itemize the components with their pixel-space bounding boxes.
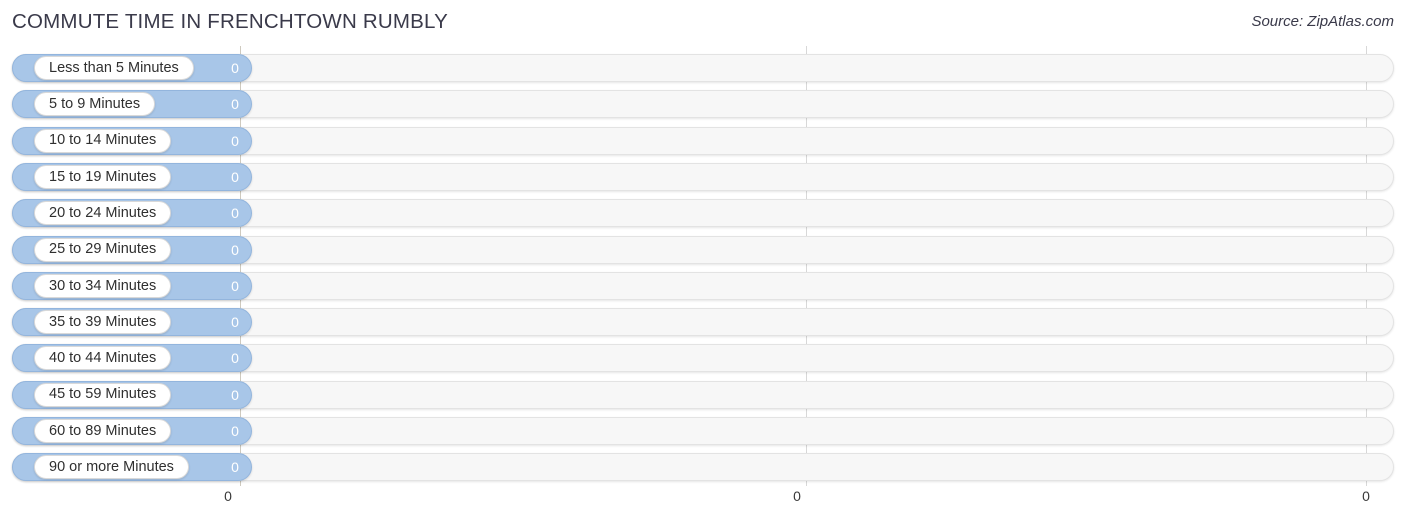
bar-label-capsule: 15 to 19 Minutes	[34, 164, 172, 189]
bar-rows: Less than 5 Minutes 0 5 to 9 Minutes 0 10 to…	[0, 46, 1406, 486]
bar-label: 30 to 34 Minutes	[49, 277, 157, 294]
bar-row[interactable]: 60 to 89 Minutes 0	[12, 417, 1394, 445]
bar-label-capsule: 25 to 29 Minutes	[34, 237, 172, 262]
bar-value: 0	[231, 132, 239, 149]
bar-label: 45 to 59 Minutes	[49, 386, 157, 403]
bar-label-capsule: Less than 5 Minutes	[34, 56, 194, 80]
bar-value: 0	[231, 386, 239, 403]
bar-value: 0	[231, 241, 239, 258]
bar-row[interactable]: 40 to 44 Minutes 0	[12, 344, 1394, 373]
source-attribution: Source: ZipAtlas.com	[1251, 13, 1394, 30]
x-axis-tick: 0	[793, 488, 801, 504]
bar-label: 20 to 24 Minutes	[49, 204, 157, 221]
bar-label-capsule: 35 to 39 Minutes	[34, 310, 172, 335]
bar-row[interactable]: 25 to 29 Minutes 0	[12, 235, 1394, 264]
bar-value: 0	[231, 277, 239, 294]
bar-value: 0	[231, 96, 239, 113]
bar-label-capsule: 10 to 14 Minutes	[34, 128, 172, 153]
bar-label-capsule: 5 to 9 Minutes	[34, 92, 156, 117]
bar-label: 35 to 39 Minutes	[49, 313, 157, 330]
bar-row[interactable]: 30 to 34 Minutes 0	[12, 271, 1394, 300]
bar-value: 0	[231, 168, 239, 185]
bar-label: 90 or more Minutes	[49, 459, 174, 476]
bar-label-capsule: 40 to 44 Minutes	[34, 346, 172, 371]
bar-row[interactable]: 20 to 24 Minutes 0	[12, 199, 1394, 228]
bar-row[interactable]: 90 or more Minutes 0	[12, 453, 1394, 482]
bar-label: 5 to 9 Minutes	[49, 96, 141, 113]
x-axis-tick: 0	[224, 488, 232, 504]
bar-row[interactable]: 5 to 9 Minutes 0	[12, 90, 1394, 119]
bar-label: 10 to 14 Minutes	[49, 132, 157, 149]
bar-value: 0	[231, 423, 239, 439]
x-axis-tick: 0	[1362, 488, 1370, 504]
bar-row[interactable]: 10 to 14 Minutes 0	[12, 126, 1394, 155]
bar-row[interactable]: 45 to 59 Minutes 0	[12, 380, 1394, 409]
bar-value: 0	[231, 60, 239, 76]
bar-label-capsule: 60 to 89 Minutes	[34, 419, 172, 443]
bar-row[interactable]: Less than 5 Minutes 0	[12, 54, 1394, 82]
bar-value: 0	[231, 350, 239, 367]
bar-value: 0	[231, 205, 239, 222]
bar-label: Less than 5 Minutes	[49, 59, 179, 76]
bar-label-capsule: 90 or more Minutes	[34, 455, 189, 480]
chart-plot-area: Less than 5 Minutes 0 5 to 9 Minutes 0 10 to…	[0, 46, 1406, 486]
bar-value: 0	[231, 314, 239, 331]
bar-label: 40 to 44 Minutes	[49, 350, 157, 367]
bar-label-capsule: 45 to 59 Minutes	[34, 382, 172, 407]
x-axis: 0 0 0	[0, 486, 1406, 524]
bar-value: 0	[231, 459, 239, 476]
bar-label: 25 to 29 Minutes	[49, 241, 157, 258]
bar-label-capsule: 30 to 34 Minutes	[34, 273, 172, 298]
bar-row[interactable]: 35 to 39 Minutes 0	[12, 308, 1394, 337]
bar-label-capsule: 20 to 24 Minutes	[34, 201, 172, 226]
page-title: COMMUTE TIME IN FRENCHTOWN RUMBLY	[12, 10, 448, 33]
bar-label: 15 to 19 Minutes	[49, 168, 157, 185]
bar-label: 60 to 89 Minutes	[49, 422, 157, 439]
chart-header: COMMUTE TIME IN FRENCHTOWN RUMBLY Source…	[0, 0, 1406, 46]
bar-row[interactable]: 15 to 19 Minutes 0	[12, 162, 1394, 191]
